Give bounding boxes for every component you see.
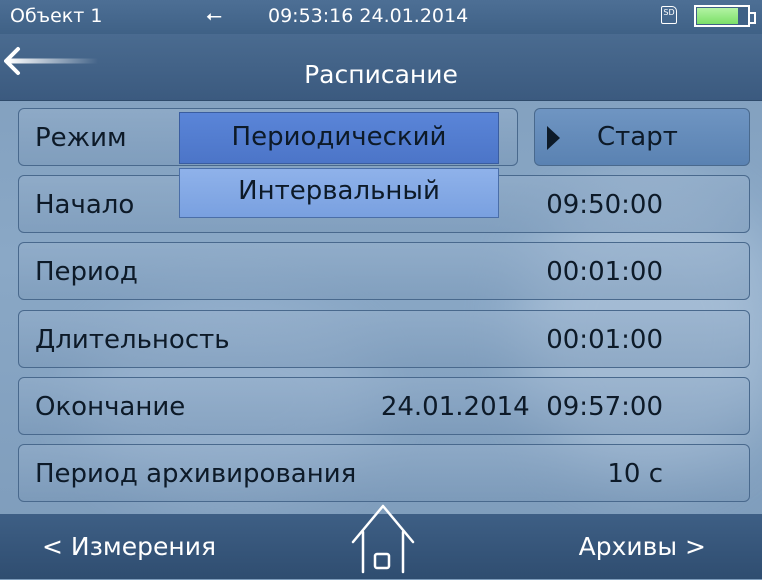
- battery-fill: [697, 8, 738, 24]
- row-value: 00:01:00: [546, 325, 663, 355]
- page-title: Расписание: [304, 60, 458, 89]
- row-label: Окончание: [35, 392, 186, 422]
- mode-dropdown-selected[interactable]: Периодический: [179, 112, 499, 164]
- battery-tip: [749, 12, 756, 24]
- home-icon[interactable]: [349, 502, 417, 574]
- measurements-nav-button[interactable]: < Измерения: [42, 532, 216, 561]
- row-label: Начало: [35, 190, 135, 220]
- row-value: 24.01.2014 09:57:00: [380, 392, 663, 422]
- archives-nav-button[interactable]: Архивы >: [579, 532, 706, 561]
- object-name: Объект 1: [10, 5, 103, 27]
- usb-icon: ⭠: [206, 3, 222, 27]
- row-label: Период архивирования: [35, 459, 357, 489]
- date: 24.01.2014: [359, 5, 469, 27]
- mode-dropdown-option[interactable]: Интервальный: [179, 168, 499, 218]
- title-bar: Расписание: [0, 34, 762, 101]
- sd-card-icon: SD: [661, 6, 677, 24]
- row-value: 10 с: [607, 459, 663, 489]
- row-value: 00:01:00: [546, 257, 663, 287]
- play-icon: [547, 126, 560, 150]
- battery-icon: [694, 5, 756, 27]
- row-label: Длительность: [35, 325, 230, 355]
- archive-period-row[interactable]: Период архивирования 10 с: [18, 444, 750, 502]
- start-button-label: Старт: [597, 122, 678, 152]
- time: 09:53:16: [268, 5, 354, 27]
- bottom-nav-bar: < Измерения Архивы >: [0, 504, 762, 579]
- period-row[interactable]: Период 00:01:00: [18, 242, 750, 300]
- status-bar: Объект 1 ⭠ 09:53:16 24.01.2014 SD: [0, 0, 762, 34]
- mode-label: Режим: [35, 123, 127, 153]
- row-value: 09:50:00: [546, 190, 663, 220]
- duration-row[interactable]: Длительность 00:01:00: [18, 310, 750, 368]
- start-button[interactable]: Старт: [534, 108, 750, 166]
- clock: 09:53:16 24.01.2014: [268, 5, 468, 27]
- row-label: Период: [35, 257, 138, 287]
- sd-label: SD: [663, 8, 675, 17]
- end-time-row[interactable]: Окончание 24.01.2014 09:57:00: [18, 377, 750, 435]
